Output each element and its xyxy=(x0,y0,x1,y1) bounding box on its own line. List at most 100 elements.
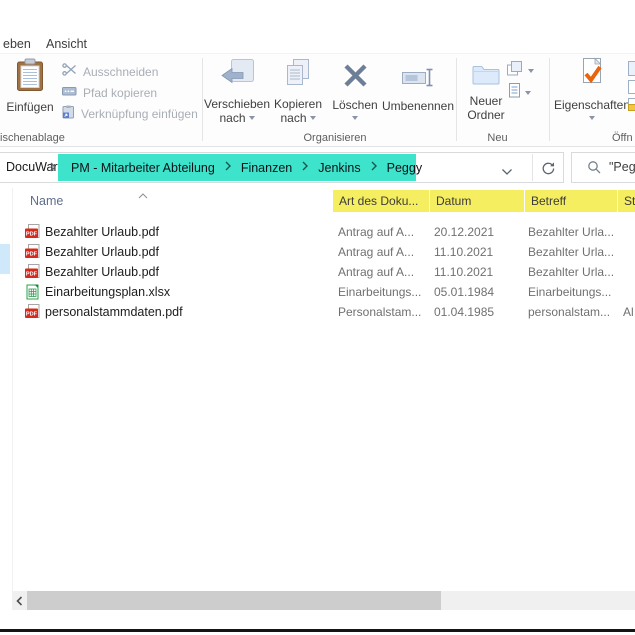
column-header-status-partial[interactable]: St xyxy=(618,190,635,212)
table-row[interactable]: PDF Bezahlter Urlaub.pdf Antrag auf A...… xyxy=(13,222,635,242)
file-name: Bezahlter Urlaub.pdf xyxy=(45,245,159,259)
paste-button[interactable]: Einfügen xyxy=(3,58,57,115)
rename-icon xyxy=(401,68,435,92)
breadcrumb-segment[interactable]: Finanzen xyxy=(241,161,292,175)
svg-text:PDF: PDF xyxy=(26,252,38,258)
group-separator xyxy=(202,58,203,141)
file-explorer-window: eben Ansicht Einfügen Ausschneiden Pfad … xyxy=(0,0,635,635)
breadcrumb[interactable]: DocuWare PM - Mitarbeiter Abteilung Fina… xyxy=(0,152,564,183)
group-label-clipboard: ischenablage xyxy=(0,132,65,144)
new-folder-button[interactable]: Neuer Ordner xyxy=(461,59,511,122)
dropdown-caret xyxy=(528,69,534,73)
table-row[interactable]: Einarbeitungsplan.xlsx Einarbeitungs... … xyxy=(13,282,635,302)
clipboard-icon xyxy=(16,58,44,97)
address-separator xyxy=(532,154,533,181)
delete-button[interactable]: Löschen xyxy=(329,59,381,120)
dropdown-caret xyxy=(248,115,255,120)
refresh-button[interactable] xyxy=(538,159,558,177)
file-date: 01.04.1985 xyxy=(434,305,495,319)
file-doc-type: Antrag auf A... xyxy=(338,225,415,239)
file-doc-type: Antrag auf A... xyxy=(338,265,415,279)
rename-button[interactable]: Umbenennen xyxy=(382,59,454,114)
svg-text:PDF: PDF xyxy=(26,272,38,278)
new-folder-icon xyxy=(472,63,500,91)
search-input[interactable]: "Peg xyxy=(571,152,635,183)
tab-view[interactable]: Ansicht xyxy=(46,36,87,53)
address-row: DocuWare PM - Mitarbeiter Abteilung Fina… xyxy=(0,148,635,188)
svg-text:PDF: PDF xyxy=(26,312,38,318)
delete-x-icon xyxy=(342,62,369,94)
column-header-name[interactable]: Name xyxy=(30,190,63,212)
move-to-button[interactable]: Verschieben nach xyxy=(204,59,270,125)
dropdown-caret xyxy=(589,115,595,120)
table-row[interactable]: PDF personalstammdaten.pdf Personalstam.… xyxy=(13,302,635,322)
group-label-organize: Organisieren xyxy=(303,132,367,144)
breadcrumb-separator-icon[interactable] xyxy=(224,159,232,177)
easy-access-icon xyxy=(508,83,521,103)
column-header-subject[interactable]: Betreff xyxy=(525,190,617,212)
pdf-icon: PDF xyxy=(25,264,40,280)
copy-path-button[interactable]: Pfad kopieren xyxy=(62,84,157,102)
breadcrumb-segment[interactable]: Jenkins xyxy=(318,161,360,175)
search-text: "Peg xyxy=(609,160,635,174)
properties-button[interactable]: Eigenschaften xyxy=(554,57,630,120)
file-extra: Al xyxy=(623,305,634,319)
file-name: Bezahlter Urlaub.pdf xyxy=(45,225,159,239)
address-dropdown-button[interactable] xyxy=(501,163,513,181)
scroll-left-button[interactable] xyxy=(12,591,27,610)
file-subject: personalstam... xyxy=(528,305,611,319)
scissors-icon xyxy=(62,63,77,81)
file-date: 11.10.2021 xyxy=(434,265,494,279)
tab-share-partial[interactable]: eben xyxy=(3,36,31,53)
column-header-date[interactable]: Datum xyxy=(430,190,524,212)
scrollbar-thumb[interactable] xyxy=(27,591,441,610)
file-date: 20.12.2021 xyxy=(434,225,495,239)
paste-shortcut-button[interactable]: Verknüpfung einfügen xyxy=(62,105,198,123)
breadcrumb-separator-icon[interactable] xyxy=(49,160,57,178)
window-bottom-edge xyxy=(0,629,635,632)
pdf-icon: PDF xyxy=(25,224,40,240)
pdf-icon: PDF xyxy=(25,304,40,320)
group-separator xyxy=(549,58,550,141)
file-subject: Bezahlter Urla... xyxy=(528,245,615,259)
table-row[interactable]: PDF Bezahlter Urlaub.pdf Antrag auf A...… xyxy=(13,242,635,262)
easy-access-button[interactable] xyxy=(508,83,531,103)
cut-button[interactable]: Ausschneiden xyxy=(62,63,158,81)
file-name: Einarbeitungsplan.xlsx xyxy=(45,285,171,299)
move-to-icon xyxy=(220,59,254,94)
breadcrumb-separator-icon[interactable] xyxy=(301,159,309,177)
breadcrumb-highlighted-path: PM - Mitarbeiter Abteilung Finanzen Jenk… xyxy=(58,154,422,181)
column-header-doc-type[interactable]: Art des Doku... xyxy=(333,190,429,212)
copy-to-button[interactable]: Kopieren nach xyxy=(270,59,326,125)
paste-shortcut-icon xyxy=(62,105,75,124)
sort-ascending-icon xyxy=(138,186,148,204)
group-label-open: Öffn xyxy=(612,132,633,144)
file-doc-type: Personalstam... xyxy=(338,305,422,319)
breadcrumb-segment[interactable]: Peggy xyxy=(387,161,422,175)
new-item-icon xyxy=(507,61,524,81)
copy-to-icon xyxy=(283,59,313,94)
nav-pane-selected-item-partial[interactable] xyxy=(0,244,10,274)
group-separator xyxy=(456,58,457,141)
open-button-partial-icon[interactable] xyxy=(628,61,635,81)
dropdown-caret xyxy=(525,91,531,95)
properties-icon xyxy=(579,57,605,97)
file-date: 05.01.1984 xyxy=(434,285,495,299)
breadcrumb-segment[interactable]: PM - Mitarbeiter Abteilung xyxy=(71,161,215,175)
group-label-new: Neu xyxy=(487,132,508,144)
dropdown-caret xyxy=(309,115,316,120)
ribbon: Einfügen Ausschneiden Pfad kopieren Verk… xyxy=(0,53,635,147)
dropdown-caret xyxy=(352,115,358,120)
file-subject: Bezahlter Urla... xyxy=(528,225,615,239)
table-row[interactable]: PDF Bezahlter Urlaub.pdf Antrag auf A...… xyxy=(13,262,635,282)
horizontal-scrollbar[interactable] xyxy=(12,591,635,610)
breadcrumb-separator-icon[interactable] xyxy=(370,159,378,177)
file-name: Bezahlter Urlaub.pdf xyxy=(45,265,159,279)
path-icon xyxy=(62,84,77,102)
new-item-button[interactable] xyxy=(507,61,534,81)
history-button-partial-icon[interactable] xyxy=(628,98,635,116)
edit-button-partial-icon[interactable] xyxy=(628,80,635,99)
search-icon xyxy=(587,160,602,180)
file-doc-type: Antrag auf A... xyxy=(338,245,415,259)
file-date: 11.10.2021 xyxy=(434,245,494,259)
